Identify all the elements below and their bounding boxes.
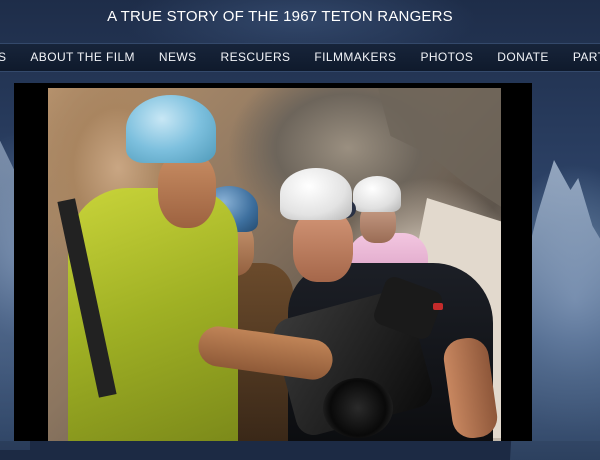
featured-photo[interactable]	[48, 88, 501, 441]
nav-item-filmmakers[interactable]: FILMMAKERS	[302, 44, 408, 71]
nav-item-photos[interactable]: PHOTOS	[408, 44, 485, 71]
nav-item-donate[interactable]: DONATE	[485, 44, 561, 71]
light-blue-helmet	[126, 95, 216, 163]
nav-item-rescuers[interactable]: RESCUERS	[209, 44, 303, 71]
nav-item-partners[interactable]: PARTNE	[561, 44, 600, 71]
climber-face	[158, 153, 216, 228]
nav-item-about-the-film[interactable]: ABOUT THE FILM	[18, 44, 147, 71]
white-helmet	[280, 168, 352, 220]
camera-red-label	[433, 303, 443, 310]
featured-photo-frame	[14, 83, 532, 441]
main-nav: S ABOUT THE FILM NEWS RESCUERS FILMMAKER…	[0, 43, 600, 72]
camera-lens	[323, 378, 393, 438]
cameraman-face	[293, 210, 353, 282]
white-helmet	[353, 176, 401, 212]
nav-item-news[interactable]: NEWS	[147, 44, 209, 71]
site-title: A TRUE STORY OF THE 1967 TETON RANGERS	[107, 8, 453, 25]
nav-item-partial-left[interactable]: S	[0, 44, 18, 71]
